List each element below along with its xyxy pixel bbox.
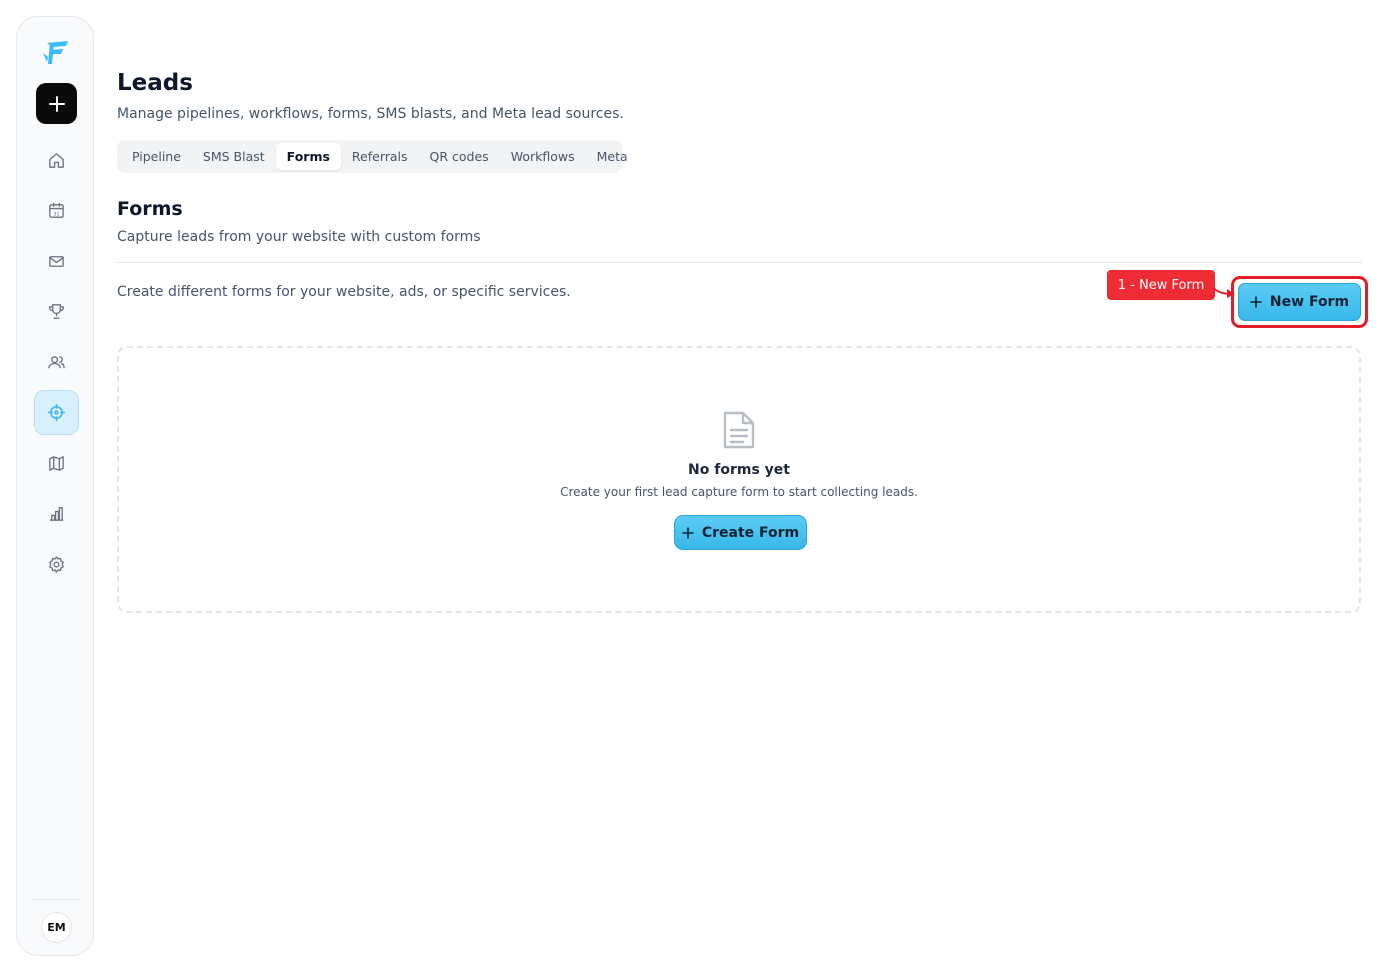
app-logo[interactable] — [41, 37, 71, 67]
page-title: Leads — [117, 70, 193, 96]
document-icon — [723, 411, 755, 449]
nav-calendar[interactable]: 31 — [34, 188, 79, 233]
sidebar: 31 EM — [16, 16, 94, 956]
empty-state-subtitle: Create your first lead capture form to s… — [560, 485, 918, 499]
sidebar-divider — [31, 899, 81, 900]
svg-text:31: 31 — [53, 211, 59, 217]
tab-meta[interactable]: Meta — [586, 143, 639, 170]
create-form-button-label: Create Form — [701, 524, 800, 541]
page-subtitle: Manage pipelines, workflows, forms, SMS … — [117, 106, 624, 122]
plus-icon — [1250, 296, 1262, 308]
map-icon — [49, 456, 64, 471]
nav-contacts[interactable] — [34, 340, 79, 385]
tab-qr-codes[interactable]: QR codes — [419, 143, 500, 170]
annotation-highlight: New Form — [1231, 276, 1368, 328]
calendar-icon: 31 — [49, 202, 64, 218]
forms-description: Create different forms for your website,… — [117, 284, 571, 300]
create-form-button[interactable]: Create Form — [674, 515, 807, 550]
mail-icon — [49, 256, 64, 267]
nav-leads[interactable] — [34, 390, 79, 435]
nav-mail[interactable] — [34, 239, 79, 284]
tab-workflows[interactable]: Workflows — [500, 143, 586, 170]
new-form-button[interactable]: New Form — [1238, 283, 1361, 321]
gear-icon — [49, 556, 64, 573]
tab-forms[interactable]: Forms — [275, 143, 341, 170]
nav-settings[interactable] — [34, 542, 79, 587]
nav-reports[interactable] — [34, 491, 79, 536]
annotation-label: 1 - New Form — [1107, 270, 1215, 300]
new-form-button-label: New Form — [1269, 294, 1350, 310]
plus-icon — [682, 526, 694, 539]
leads-tabs: Pipeline SMS Blast Forms Referrals QR co… — [117, 140, 628, 173]
tab-referrals[interactable]: Referrals — [341, 143, 419, 170]
nav-home[interactable] — [34, 138, 79, 183]
empty-state: No forms yet Create your first lead capt… — [117, 346, 1361, 613]
tab-pipeline[interactable]: Pipeline — [121, 143, 192, 170]
crosshair-icon — [47, 403, 66, 422]
nav-map[interactable] — [34, 441, 79, 486]
home-icon — [49, 153, 64, 168]
plus-icon — [48, 95, 65, 112]
section-subtitle: Capture leads from your website with cus… — [117, 229, 481, 245]
trophy-icon — [49, 304, 64, 319]
empty-state-title: No forms yet — [688, 462, 790, 478]
users-icon — [48, 356, 65, 369]
create-new-button[interactable] — [36, 83, 77, 124]
tab-sms-blast[interactable]: SMS Blast — [192, 143, 276, 170]
user-avatar[interactable]: EM — [41, 912, 72, 943]
bar-chart-icon — [49, 507, 64, 521]
nav-rewards[interactable] — [34, 289, 79, 334]
section-title: Forms — [117, 198, 183, 220]
section-divider — [117, 262, 1362, 263]
